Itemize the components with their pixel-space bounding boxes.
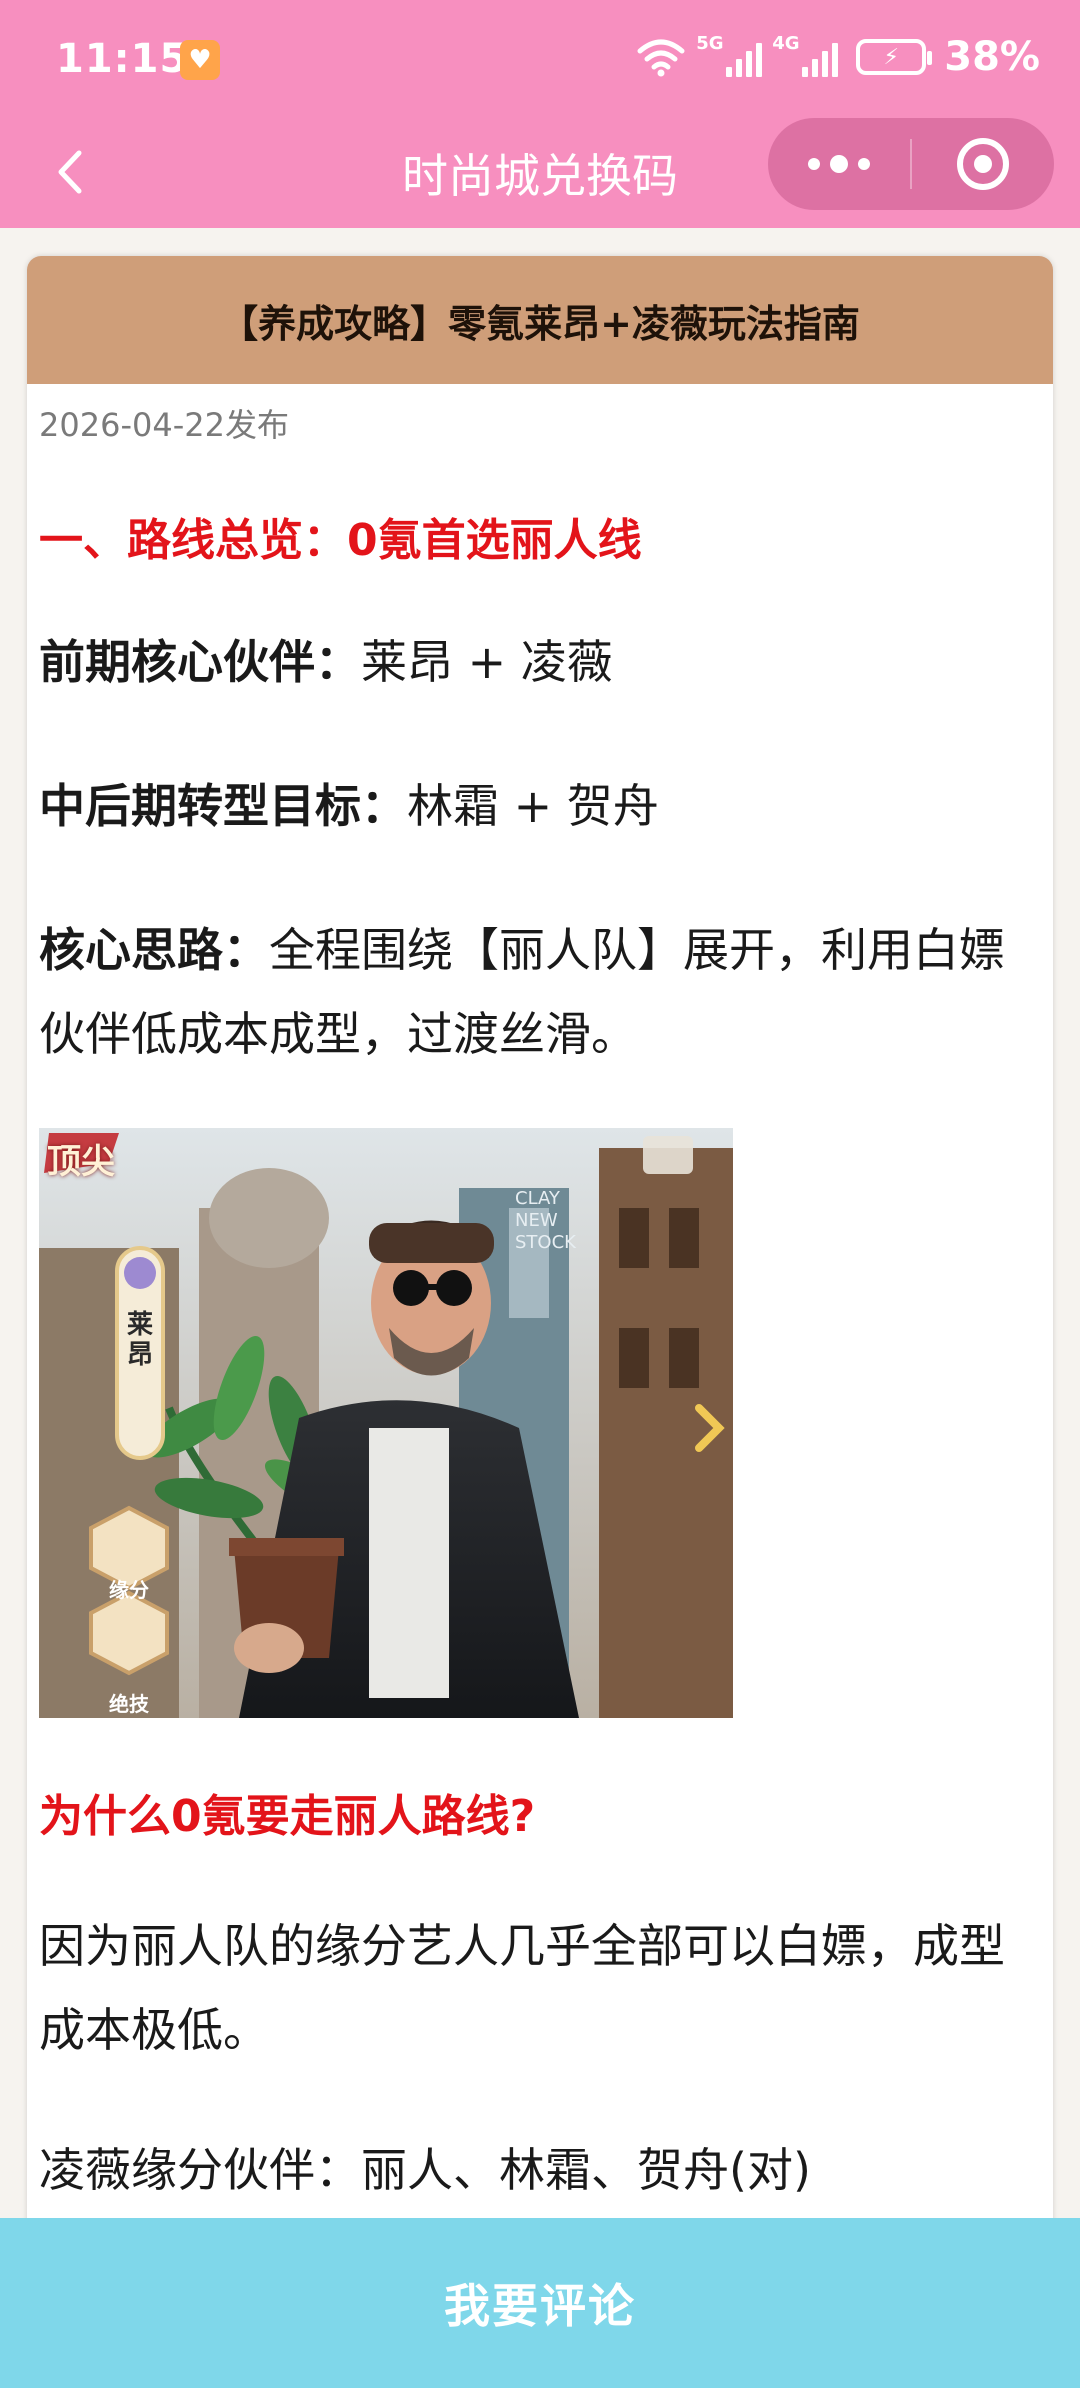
status-time: 11:15 [56,36,189,82]
more-button[interactable] [768,118,910,210]
mini-program-capsule [768,118,1054,210]
section-heading-why: 为什么0氪要走丽人路线? [39,1791,536,1842]
character-image[interactable]: 顶尖 莱昂 缘分 绝技 CLAY NEW STOCK [39,1128,733,1718]
late-targets-value: 林霜 + 贺舟 [407,779,659,833]
status-bar: 11:15 ♥ 5G 4G ⚡ 38% [0,0,1080,118]
article-body: 2026-04-22发布 一、路线总览：0氪首选丽人线 前期核心伙伴：莱昂 + … [27,400,1053,2212]
paragraph-cut-off: 凌薇缘分伙伴：丽人、林霜、贺舟(对) [39,2143,811,2197]
core-idea-label: 核心思路： [39,923,269,977]
more-dots-icon [808,155,870,173]
early-partners-label: 前期核心伙伴： [39,635,361,689]
paragraph-late-targets: 中后期转型目标：林霜 + 贺舟 [39,764,1041,848]
battery-charging-icon: ⚡ [856,39,933,75]
signal-4g-label: 4G [772,33,800,54]
status-icons: 5G 4G ⚡ 38% [636,33,1040,80]
close-button[interactable] [912,118,1054,210]
skill-button-label: 绝技 [109,1692,149,1716]
comment-button[interactable]: 我要评论 [0,2218,1080,2388]
signal-4g-icon: 4G [772,33,839,77]
target-close-icon [957,138,1009,190]
paragraph-early-partners: 前期核心伙伴：莱昂 + 凌薇 [39,620,1041,704]
character-name-tag: 莱昂 [126,1310,153,1370]
article-card: 【养成攻略】零氪莱昂+凌薇玩法指南 2026-04-22发布 一、路线总览：0氪… [27,256,1053,2388]
early-partners-value: 莱昂 + 凌薇 [361,635,613,689]
fate-button-label: 缘分 [109,1578,149,1602]
top-header: 11:15 ♥ 5G 4G ⚡ 38% 时尚城兑换码 [0,0,1080,228]
article-title: 【养成攻略】零氪莱昂+凌薇玩法指南 [27,256,1053,384]
character-illustration [39,1128,733,1718]
wifi-icon [637,39,685,77]
section-heading-overview: 一、路线总览：0氪首选丽人线 [39,515,642,566]
shop-sign-text: CLAY NEW STOCK [515,1188,576,1253]
paragraph-answer: 因为丽人队的缘分艺人几乎全部可以白嫖，成型成本极低。 [39,1919,1005,2057]
signal-5g-label: 5G [696,33,724,54]
battery-percent: 38% [944,34,1040,80]
notification-app-icon: ♥ [180,40,220,80]
paragraph-core-idea: 核心思路：全程围绕【丽人队】展开，利用白嫖伙伴低成本成型，过渡丝滑。 [39,908,1041,1076]
nav-bar: 时尚城兑换码 [0,118,1080,228]
publish-date: 2026-04-22发布 [39,406,289,444]
late-targets-label: 中后期转型目标： [39,779,407,833]
rank-badge: 顶尖 [47,1142,115,1182]
signal-5g-icon: 5G [696,33,763,77]
